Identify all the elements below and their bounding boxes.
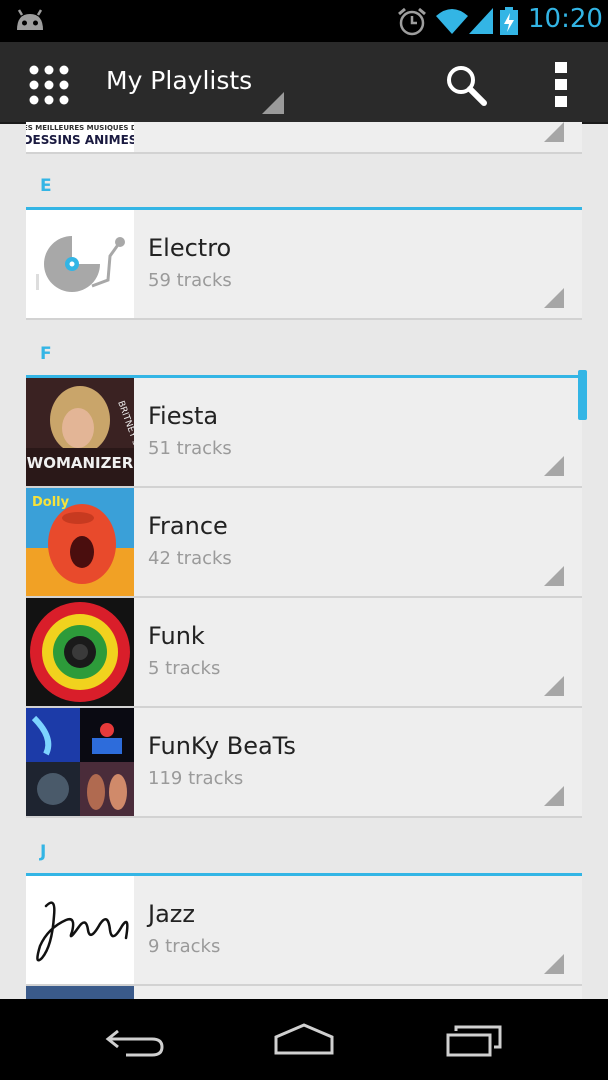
status-clock: 10:20 [528,4,603,34]
playlist-track-count: 51 tracks [148,438,232,459]
status-bar: 10:20 [0,0,608,42]
section-letter: E [40,176,52,196]
battery-charging-icon [500,7,518,35]
playlist-art [26,598,134,706]
playlist-track-count: 9 tracks [148,936,221,957]
back-icon[interactable] [104,1023,166,1059]
playlist-art: LES MEILLEURES MUSIQUES DE DESSINS ANIME… [26,122,134,152]
art-text: Dolly [32,495,70,510]
action-bar-title[interactable]: My Playlists [106,66,252,95]
playlist-art [26,986,134,999]
section-header-f: F [26,338,582,378]
context-menu-corner-icon[interactable] [544,288,564,308]
art-text-line1: LES MEILLEURES MUSIQUES DE [26,124,134,132]
playlist-name: Electro [148,234,232,262]
signal-icon [469,8,493,34]
playlist-item-funk[interactable]: Funk 5 tracks [26,598,582,708]
recent-apps-icon[interactable] [444,1021,506,1059]
android-notification-icon [17,9,43,30]
art-text-line2: DESSINS ANIMES [26,133,134,147]
scrollbar-thumb[interactable] [578,370,587,420]
alarm-icon [398,7,426,36]
context-menu-corner-icon[interactable] [544,122,564,142]
playlist-art: Dolly [26,488,134,596]
context-menu-corner-icon[interactable] [544,786,564,806]
context-menu-corner-icon[interactable] [544,456,564,476]
action-bar: My Playlists [0,42,608,124]
list-item-partial-bottom[interactable] [26,986,582,999]
context-menu-corner-icon[interactable] [544,566,564,586]
playlist-art [26,708,134,816]
overflow-menu-icon[interactable] [550,60,572,108]
playlist-track-count: 59 tracks [148,270,232,291]
playlist-track-count: 42 tracks [148,548,232,569]
playlist-item-fiesta[interactable]: WOMANIZER BRITNEY SPEARS Fiesta 51 track… [26,378,582,488]
app-grid-icon[interactable] [28,64,70,106]
playlist-art [26,876,134,984]
playlist-name: Funk [148,622,205,650]
context-menu-corner-icon[interactable] [544,954,564,974]
art-text: WOMANIZER [27,454,134,472]
list-item-partial[interactable]: LES MEILLEURES MUSIQUES DE DESSINS ANIME… [26,122,582,154]
search-icon[interactable] [443,62,489,108]
playlist-item-electro[interactable]: Electro 59 tracks [26,210,582,320]
playlist-art: WOMANIZER BRITNEY SPEARS [26,378,134,486]
navigation-bar [0,999,608,1080]
playlist-art [26,210,134,318]
playlist-name: Jazz [148,900,195,928]
playlist-item-jazz[interactable]: Jazz 9 tracks [26,876,582,986]
playlist-item-france[interactable]: Dolly France 42 tracks [26,488,582,598]
playlist-name: FunKy BeaTs [148,732,296,760]
section-header-e: E [26,170,582,210]
section-letter: F [40,344,52,364]
section-letter: J [40,842,47,862]
section-header-j: J [26,836,582,876]
dropdown-spinner-icon[interactable] [262,92,284,114]
playlist-track-count: 5 tracks [148,658,221,679]
home-icon[interactable] [272,1021,336,1057]
wifi-icon [436,9,468,34]
playlist-item-funky-beats[interactable]: FunKy BeaTs 119 tracks [26,708,582,818]
playlist-track-count: 119 tracks [148,768,244,789]
playlist-list[interactable]: LES MEILLEURES MUSIQUES DE DESSINS ANIME… [0,122,608,999]
playlist-name: France [148,512,228,540]
context-menu-corner-icon[interactable] [544,676,564,696]
playlist-name: Fiesta [148,402,219,430]
